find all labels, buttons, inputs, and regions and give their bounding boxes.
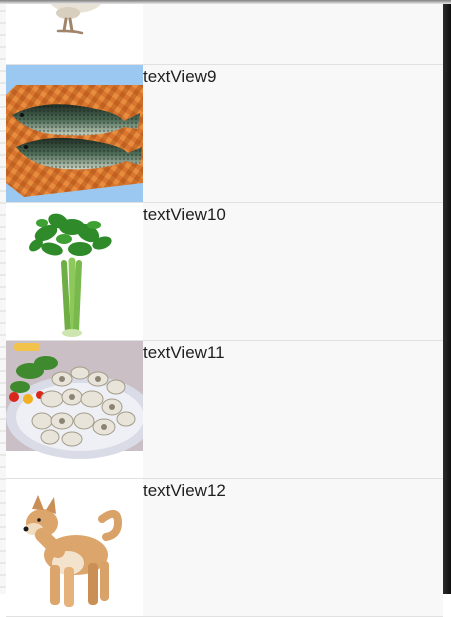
list-item[interactable]: textView11 xyxy=(6,341,443,479)
item-label: textView11 xyxy=(143,343,225,362)
celery-image xyxy=(6,203,143,340)
fish-image xyxy=(6,65,143,202)
item-list[interactable]: textView9 textView10 textView11 textView… xyxy=(6,0,443,617)
list-item[interactable]: textView10 xyxy=(6,203,443,341)
left-edge-strip xyxy=(0,0,6,594)
status-bar-shadow xyxy=(0,0,451,4)
item-label: textView12 xyxy=(143,481,226,500)
list-item[interactable] xyxy=(6,0,443,65)
item-label: textView9 xyxy=(143,67,217,86)
list-item[interactable]: textView9 xyxy=(6,65,443,203)
item-label: textView10 xyxy=(143,205,226,224)
mushroom-platter-image xyxy=(6,341,143,478)
dog-image xyxy=(6,479,143,616)
scrollbar-track[interactable] xyxy=(443,0,451,594)
list-item[interactable]: textView12 xyxy=(6,479,443,617)
chicken-image xyxy=(6,0,143,64)
